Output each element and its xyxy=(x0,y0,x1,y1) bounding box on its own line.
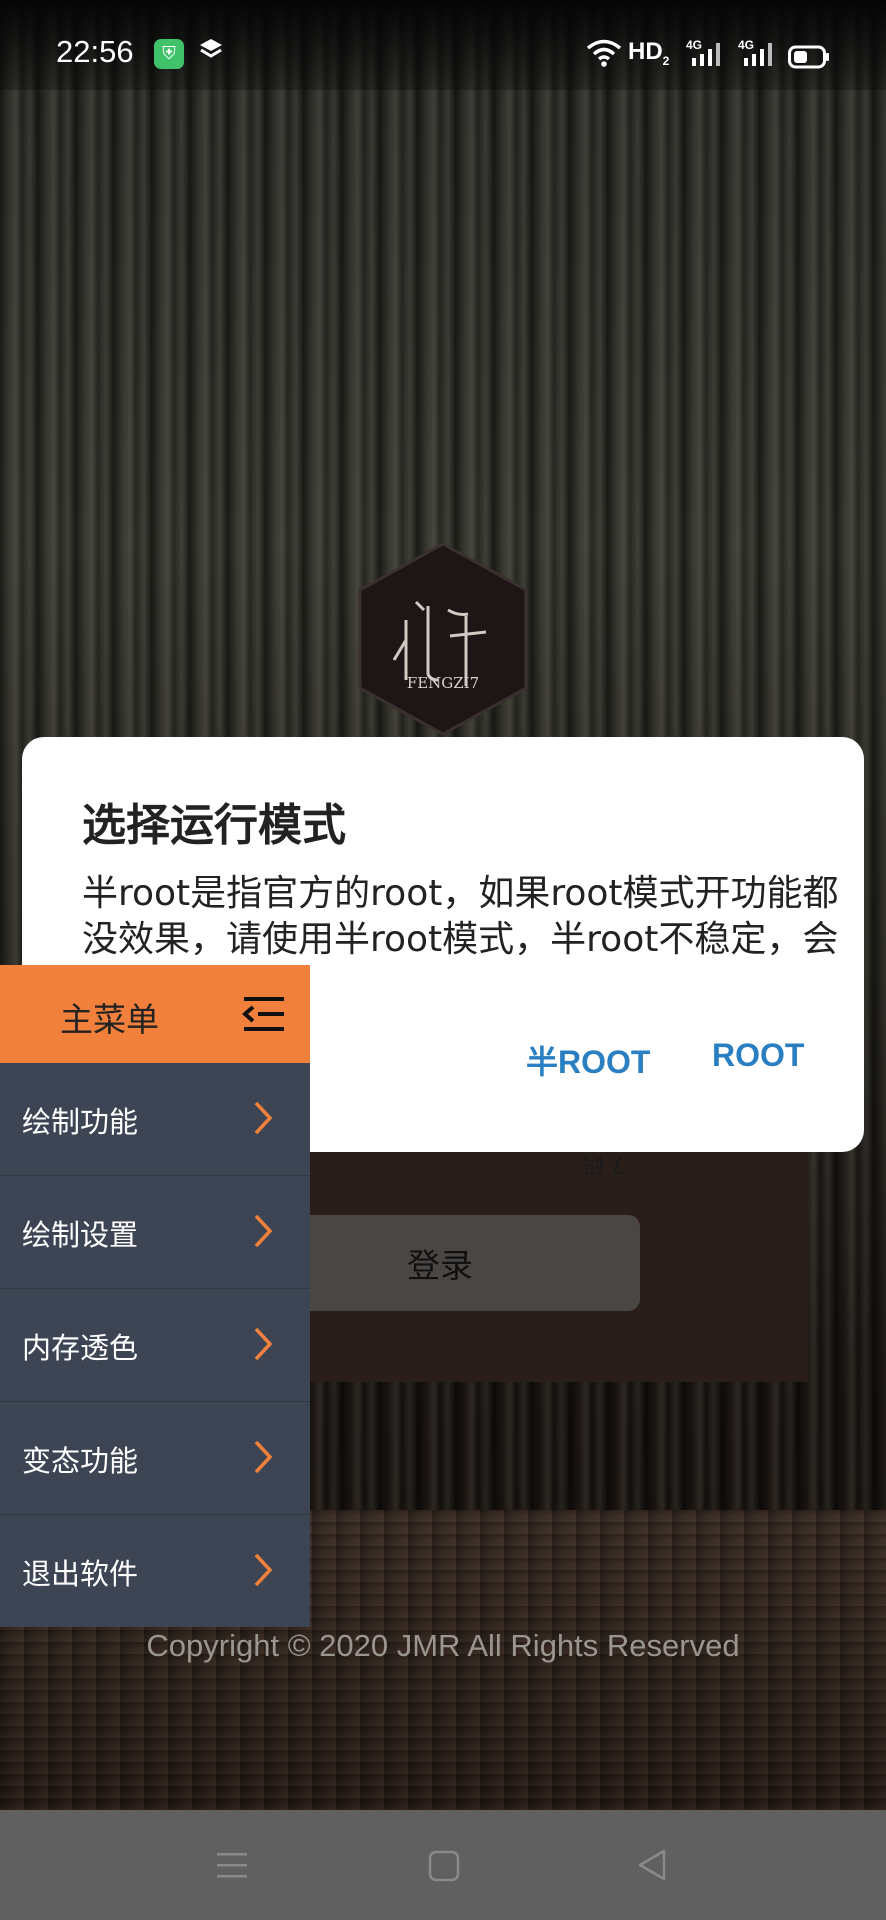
chevron-right-icon xyxy=(252,1099,274,1141)
menu-item-label: 绘制设置 xyxy=(22,1218,139,1252)
menu-title: 主菜单 xyxy=(60,1000,159,1039)
battery-icon xyxy=(788,42,830,77)
chevron-right-icon xyxy=(252,1325,274,1367)
svg-text:4G: 4G xyxy=(738,38,754,52)
status-bar: 22:56 ⛨ HD2 4G 4G xyxy=(0,0,886,106)
menu-item-exit-app[interactable]: 退出软件 xyxy=(0,1515,310,1627)
status-time: 22:56 xyxy=(56,34,134,69)
half-root-button[interactable]: 半ROOT xyxy=(526,1037,650,1083)
signal-icon: 4G xyxy=(686,38,726,76)
menu-item-label: 绘制功能 xyxy=(22,1105,139,1139)
side-menu: 主菜单 绘制功能 绘制设置 内存透色 变态功能 退出软件 xyxy=(0,965,310,1627)
menu-item-label: 退出软件 xyxy=(22,1557,139,1591)
chevron-right-icon xyxy=(252,1212,274,1254)
network-type-label: HD2 xyxy=(628,38,670,68)
menu-item-memory-color[interactable]: 内存透色 xyxy=(0,1289,310,1402)
app-logo: FENGZI7 xyxy=(354,540,532,738)
home-icon[interactable] xyxy=(428,1850,460,1886)
copyright-text: Copyright © 2020 JMR All Rights Reserved xyxy=(146,1628,740,1663)
menu-item-label: 变态功能 xyxy=(22,1444,139,1478)
menu-item-abnormal-function[interactable]: 变态功能 xyxy=(0,1402,310,1515)
menu-item-draw-function[interactable]: 绘制功能 xyxy=(0,1063,310,1176)
chevron-right-icon xyxy=(252,1551,274,1593)
recent-apps-icon[interactable] xyxy=(216,1850,248,1884)
menu-collapse-icon[interactable] xyxy=(241,995,286,1037)
chevron-right-icon xyxy=(252,1438,274,1480)
dialog-title: 选择运行模式 xyxy=(82,800,346,851)
menu-item-label: 内存透色 xyxy=(22,1331,139,1365)
root-button[interactable]: ROOT xyxy=(712,1037,804,1074)
menu-item-draw-settings[interactable]: 绘制设置 xyxy=(0,1176,310,1289)
login-card-fragment: 7 码 xyxy=(582,1151,625,1176)
svg-text:4G: 4G xyxy=(686,38,702,52)
wifi-icon xyxy=(586,38,622,76)
signal-icon: 4G xyxy=(738,38,778,76)
shield-app-icon: ⛨ xyxy=(154,39,184,69)
system-nav-bar xyxy=(0,1810,886,1920)
svg-text:FENGZI7: FENGZI7 xyxy=(407,674,479,692)
back-icon[interactable] xyxy=(636,1848,668,1886)
menu-header: 主菜单 xyxy=(0,965,310,1063)
layers-icon xyxy=(198,36,224,69)
